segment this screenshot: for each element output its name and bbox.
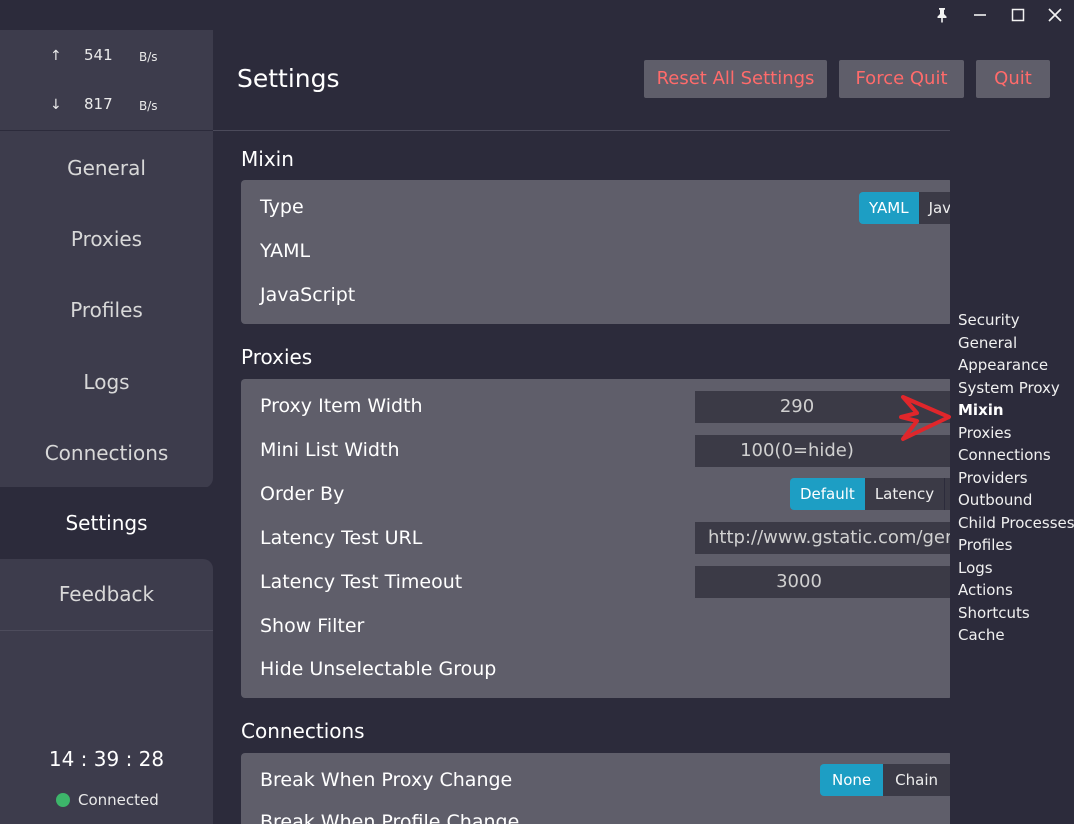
close-icon[interactable] xyxy=(1042,4,1068,26)
anchor-actions[interactable]: Actions xyxy=(958,581,1013,599)
mixin-type-selector: YAML Jav xyxy=(859,192,953,224)
sidebar-footer: Feedback 14 : 39 : 28 Connected xyxy=(0,559,213,824)
sidebar-item-proxies[interactable]: Proxies xyxy=(0,215,213,263)
connections-card: Break When Proxy Change None Chain Break… xyxy=(241,753,953,824)
mixin-type-label: Type xyxy=(260,196,304,218)
header-divider xyxy=(213,130,1074,131)
pointer-arrow-icon xyxy=(899,395,951,441)
clock: 14 : 39 : 28 xyxy=(48,747,165,771)
show-filter-label: Show Filter xyxy=(260,615,365,637)
quit-button[interactable]: Quit xyxy=(976,60,1050,98)
anchor-child-processes[interactable]: Child Processes xyxy=(958,514,1074,532)
title-bar xyxy=(0,0,1074,30)
anchor-system-proxy[interactable]: System Proxy xyxy=(958,379,1060,397)
latency-test-url-input[interactable]: http://www.gstatic.com/ger xyxy=(695,522,953,554)
anchor-general[interactable]: General xyxy=(958,334,1017,352)
anchor-cache[interactable]: Cache xyxy=(958,626,1005,644)
traffic-speed-panel: ↑ 541 B/s ↓ 817 B/s xyxy=(0,30,213,130)
proxies-card: Proxy Item Width 290 Mini List Width 100… xyxy=(241,379,953,698)
mixin-card: Type YAML Jav YAML JavaScript xyxy=(241,180,953,324)
sidebar-item-general[interactable]: General xyxy=(0,144,213,192)
connection-status-label: Connected xyxy=(78,791,159,809)
upload-speed: ↑ 541 B/s xyxy=(0,46,213,70)
latency-test-timeout-label: Latency Test Timeout xyxy=(260,571,463,593)
settings-anchor-nav: Security General Appearance System Proxy… xyxy=(950,130,1074,824)
minimize-icon[interactable] xyxy=(967,4,993,26)
sidebar-item-settings[interactable]: Settings xyxy=(0,487,213,559)
upload-speed-value: 541 xyxy=(84,46,113,64)
section-title-connections: Connections xyxy=(241,719,365,743)
break-when-profile-change-label: Break When Profile Change xyxy=(260,811,520,824)
upload-arrow-icon: ↑ xyxy=(50,48,62,64)
mini-list-width-label: Mini List Width xyxy=(260,439,400,461)
anchor-profiles[interactable]: Profiles xyxy=(958,536,1012,554)
anchor-proxies[interactable]: Proxies xyxy=(958,424,1011,442)
sidebar-nav: General Proxies Profiles Logs Connection… xyxy=(0,130,213,488)
status-dot-icon xyxy=(56,793,70,807)
section-title-mixin: Mixin xyxy=(241,147,294,171)
anchor-mixin[interactable]: Mixin xyxy=(958,401,1004,419)
anchor-outbound[interactable]: Outbound xyxy=(958,491,1032,509)
section-title-proxies: Proxies xyxy=(241,345,313,369)
anchor-connections[interactable]: Connections xyxy=(958,446,1051,464)
reset-all-settings-button[interactable]: Reset All Settings xyxy=(644,60,827,98)
divider xyxy=(0,630,213,631)
anchor-shortcuts[interactable]: Shortcuts xyxy=(958,604,1030,622)
sidebar-item-logs[interactable]: Logs xyxy=(0,358,213,406)
upload-speed-unit: B/s xyxy=(139,50,158,64)
latency-test-timeout-input[interactable]: 3000 xyxy=(695,566,953,598)
download-speed-value: 817 xyxy=(84,95,113,113)
anchor-logs[interactable]: Logs xyxy=(958,559,993,577)
download-speed-unit: B/s xyxy=(139,99,158,113)
break-option-chain[interactable]: Chain xyxy=(883,764,952,796)
mixin-type-option-javascript[interactable]: Jav xyxy=(918,192,953,224)
download-arrow-icon: ↓ xyxy=(50,97,62,113)
anchor-security[interactable]: Security xyxy=(958,311,1020,329)
break-option-none[interactable]: None xyxy=(820,764,884,796)
sidebar-item-connections[interactable]: Connections xyxy=(0,429,213,477)
latency-test-url-label: Latency Test URL xyxy=(260,527,423,549)
anchor-appearance[interactable]: Appearance xyxy=(958,356,1048,374)
hide-unselectable-group-label: Hide Unselectable Group xyxy=(260,658,497,680)
order-option-latency[interactable]: Latency xyxy=(864,478,946,510)
break-when-proxy-change-label: Break When Proxy Change xyxy=(260,769,513,791)
force-quit-button[interactable]: Force Quit xyxy=(839,60,964,98)
order-by-label: Order By xyxy=(260,483,345,505)
page-title: Settings xyxy=(237,64,340,93)
sidebar-item-feedback[interactable]: Feedback xyxy=(0,570,213,618)
order-by-selector: Default Latency Al xyxy=(790,478,953,510)
mixin-type-option-yaml[interactable]: YAML xyxy=(859,192,919,224)
proxy-item-width-label: Proxy Item Width xyxy=(260,395,423,417)
sidebar: ↑ 541 B/s ↓ 817 B/s General Proxies Prof… xyxy=(0,30,213,824)
maximize-icon[interactable] xyxy=(1005,4,1031,26)
connection-status: Connected xyxy=(56,791,159,809)
anchor-providers[interactable]: Providers xyxy=(958,469,1028,487)
break-when-proxy-change-selector: None Chain xyxy=(820,764,952,796)
sidebar-item-profiles[interactable]: Profiles xyxy=(0,286,213,334)
pin-icon[interactable] xyxy=(929,4,955,26)
download-speed: ↓ 817 B/s xyxy=(0,95,213,119)
mixin-yaml-label[interactable]: YAML xyxy=(260,240,310,262)
order-option-default[interactable]: Default xyxy=(790,478,865,510)
mixin-javascript-label[interactable]: JavaScript xyxy=(260,284,355,306)
